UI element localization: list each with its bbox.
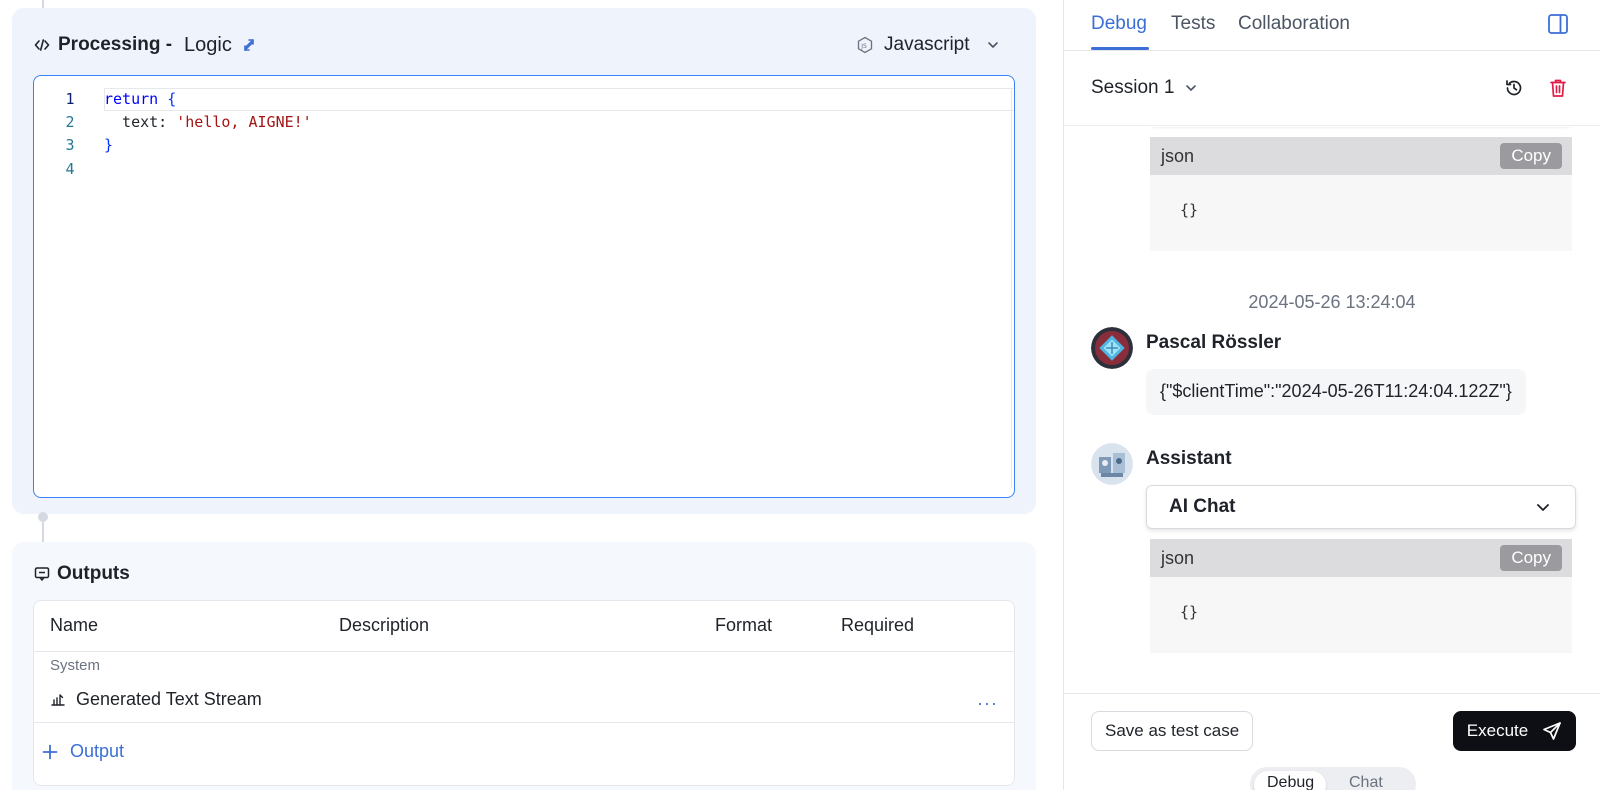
json-label: json — [1161, 145, 1195, 166]
json-block: json Copy {} — [1150, 539, 1572, 653]
code-editor[interactable]: 1 2 3 4 return { text: 'hello, AIGNE!' } — [33, 75, 1015, 498]
line-number: 2 — [65, 113, 75, 131]
table-row[interactable]: Generated Text Stream — [50, 689, 262, 710]
row-divider — [34, 722, 1014, 723]
mode-debug[interactable]: Debug — [1267, 774, 1314, 790]
tab-debug[interactable]: Debug — [1091, 13, 1147, 35]
code-brace: } — [104, 136, 114, 154]
add-output-label: Output — [70, 741, 125, 761]
active-tab-indicator — [1091, 47, 1149, 50]
processing-type: Logic — [184, 33, 232, 56]
swap-icon[interactable] — [240, 36, 258, 54]
plus-icon — [42, 744, 58, 760]
tab-collaboration[interactable]: Collaboration — [1238, 13, 1350, 35]
current-line-highlight — [104, 88, 1014, 111]
panel-tabs: Debug Tests Collaboration — [1064, 0, 1600, 51]
column-header-required: Required — [841, 615, 915, 635]
more-options-icon[interactable]: ··· — [977, 693, 998, 714]
column-header-description: Description — [339, 615, 430, 635]
session-label: Session 1 — [1091, 77, 1175, 98]
debug-panel: Debug Tests Collaboration Session 1 json… — [1063, 0, 1600, 790]
message-list[interactable]: json Copy {} 2024-05-26 13:24:04 Pascal … — [1064, 127, 1600, 693]
header-divider — [34, 651, 1014, 652]
panel-toggle-icon[interactable] — [1547, 13, 1569, 35]
code-keyword: return — [104, 90, 159, 108]
code-key: text: — [104, 113, 177, 131]
execute-button[interactable]: Execute — [1453, 711, 1576, 751]
send-icon — [1542, 721, 1562, 741]
chevron-down-icon — [986, 38, 1000, 52]
mode-chat[interactable]: Chat — [1349, 774, 1383, 790]
code-brace: { — [158, 90, 177, 108]
agent-select-label: AI Chat — [1169, 496, 1236, 517]
line-number: 4 — [65, 160, 75, 178]
line-number: 1 — [65, 90, 75, 108]
json-label: json — [1161, 547, 1195, 568]
editor-scrollbar[interactable] — [1011, 88, 1012, 488]
user-name: Pascal Rössler — [1146, 332, 1282, 353]
json-content: {} — [1180, 603, 1199, 621]
user-avatar — [1091, 327, 1133, 369]
json-content: {} — [1180, 201, 1199, 219]
processing-header: Processing - Logic — [34, 30, 258, 60]
copy-button[interactable]: Copy — [1500, 143, 1562, 169]
language-label: Javascript — [884, 34, 970, 55]
session-select[interactable]: Session 1 — [1091, 77, 1198, 99]
tab-tests[interactable]: Tests — [1171, 13, 1215, 35]
group-label: System — [50, 657, 101, 674]
json-block-header: json Copy — [1150, 539, 1572, 577]
code-line: text: 'hello, AIGNE!' — [104, 113, 312, 131]
code-icon — [34, 37, 50, 53]
svg-text:JS: JS — [860, 43, 867, 50]
code-string: 'hello, AIGNE!' — [176, 113, 312, 131]
copy-button[interactable]: Copy — [1500, 545, 1562, 571]
user-message: {"$clientTime":"2024-05-26T11:24:04.122Z… — [1146, 369, 1526, 415]
save-test-case-button[interactable]: Save as test case — [1091, 711, 1254, 751]
assistant-name: Assistant — [1146, 448, 1232, 469]
code-line: return { — [104, 90, 176, 108]
assistant-avatar — [1091, 443, 1133, 485]
outputs-table: Name Description Format Required System … — [33, 600, 1015, 786]
history-icon[interactable] — [1504, 78, 1524, 98]
column-header-name: Name — [50, 615, 99, 635]
chevron-down-icon — [1535, 499, 1551, 515]
outputs-header: Outputs — [34, 562, 130, 586]
agent-select[interactable]: AI Chat — [1146, 485, 1576, 529]
javascript-icon: JS — [856, 36, 874, 54]
line-number: 3 — [65, 136, 75, 154]
language-select[interactable]: JS Javascript — [856, 30, 1000, 60]
json-block-header: json Copy — [1150, 137, 1572, 175]
add-output-button[interactable]: Output — [42, 741, 124, 762]
column-header-format: Format — [715, 615, 773, 635]
outputs-title: Outputs — [57, 563, 130, 584]
output-icon — [34, 566, 50, 582]
panel-footer: Save as test case Execute Debug Chat — [1064, 693, 1600, 790]
processing-title: Processing - — [58, 34, 173, 55]
message-timestamp: 2024-05-26 13:24:04 — [1248, 292, 1416, 312]
json-block: json Copy {} — [1150, 137, 1572, 251]
output-name: Generated Text Stream — [76, 689, 262, 709]
stream-icon — [50, 692, 66, 708]
chevron-down-icon — [1184, 81, 1198, 95]
execute-label: Execute — [1466, 721, 1529, 740]
mode-switch[interactable]: Debug Chat — [1250, 767, 1416, 790]
session-bar: Session 1 — [1064, 51, 1600, 126]
workflow-editor: Processing - Logic JS Javascript 1 2 3 4… — [0, 0, 1063, 790]
code-line: } — [104, 136, 113, 154]
delete-icon[interactable] — [1549, 78, 1567, 98]
